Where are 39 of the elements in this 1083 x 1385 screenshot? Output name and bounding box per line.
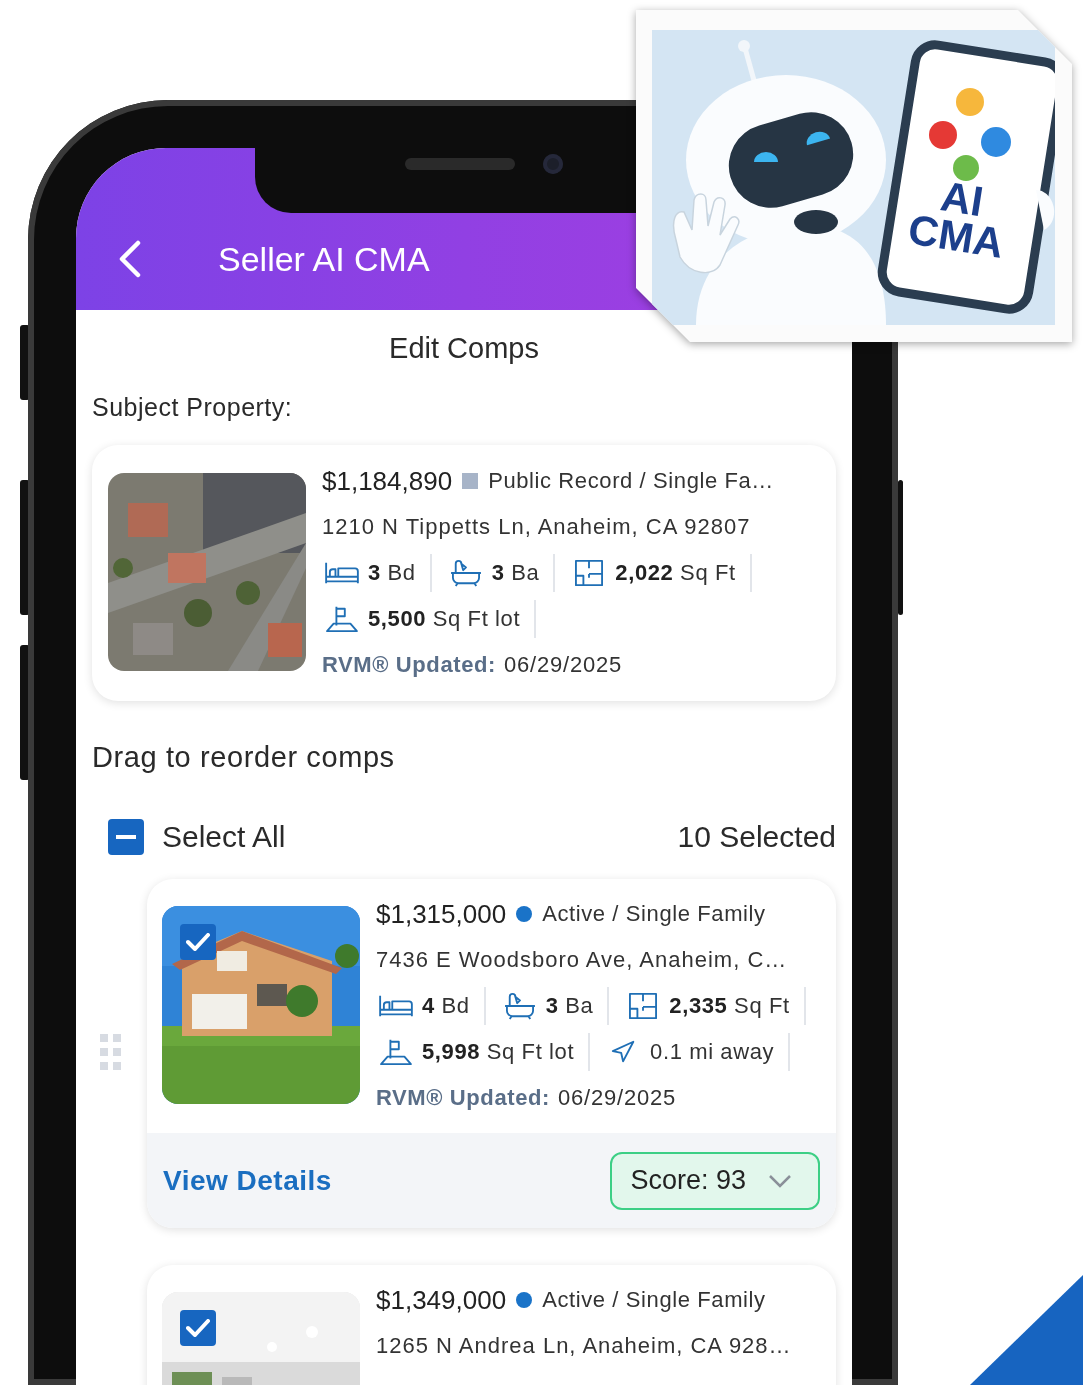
checkbox[interactable] — [180, 1310, 216, 1346]
view-details-link[interactable]: View Details — [163, 1164, 332, 1197]
drag-handle-icon[interactable] — [100, 1034, 122, 1070]
update-date: 06/29/2025 — [503, 652, 623, 678]
checkbox[interactable] — [180, 924, 216, 960]
stat-text: 4 Bd — [422, 993, 470, 1019]
checkmark-icon — [186, 1319, 210, 1337]
stat-text: 3 Ba — [491, 560, 540, 586]
rvm-label: RVM® Updated: — [322, 652, 496, 678]
stat-text: 5,500 Sq Ft lot — [368, 606, 521, 632]
address: 7436 E Woodsboro Ave, Anaheim, C… — [376, 946, 789, 974]
stat-text: 3 Ba — [545, 993, 594, 1019]
listing-status: Active / Single Family — [542, 1287, 766, 1313]
stat-text: 2,335 Sq Ft — [669, 993, 790, 1019]
select-all-label: Select All — [162, 820, 287, 854]
stat-text: 0.1 mi away — [650, 1039, 775, 1065]
update-date: 06/29/2025 — [557, 1085, 677, 1111]
chevron-down-icon — [768, 1173, 792, 1188]
listing-status: Public Record / Single Fa… — [488, 468, 774, 494]
minus-icon — [116, 835, 136, 839]
page-title: Edit Comps — [388, 331, 540, 366]
score-dropdown[interactable]: Score: 93 — [610, 1151, 820, 1210]
address: 1210 N Tippetts Ln, Anaheim, CA 92807 — [322, 513, 752, 541]
stat-text: 2,022 Sq Ft — [615, 560, 736, 586]
price: $1,315,000 — [376, 898, 507, 930]
price: $1,184,890 — [322, 465, 453, 497]
screen-title: Seller AI CMA — [218, 239, 430, 279]
rvm-label: RVM® Updated: — [376, 1085, 550, 1111]
address: 1265 N Andrea Ln, Anaheim, CA 928… — [376, 1332, 793, 1360]
stat-text: 5,998 Sq Ft lot — [422, 1039, 575, 1065]
camera-lens — [543, 154, 563, 174]
selected-count: 10 Selected — [677, 820, 836, 854]
select-all-checkbox[interactable] — [108, 819, 144, 855]
checkmark-icon — [186, 933, 210, 951]
listing-status: Active / Single Family — [542, 901, 766, 927]
section-label: Subject Property: — [92, 392, 294, 422]
price: $1,349,000 — [376, 1284, 507, 1316]
stat-text: 3 Bd — [368, 560, 416, 586]
instruction-text: Drag to reorder comps — [92, 740, 396, 775]
